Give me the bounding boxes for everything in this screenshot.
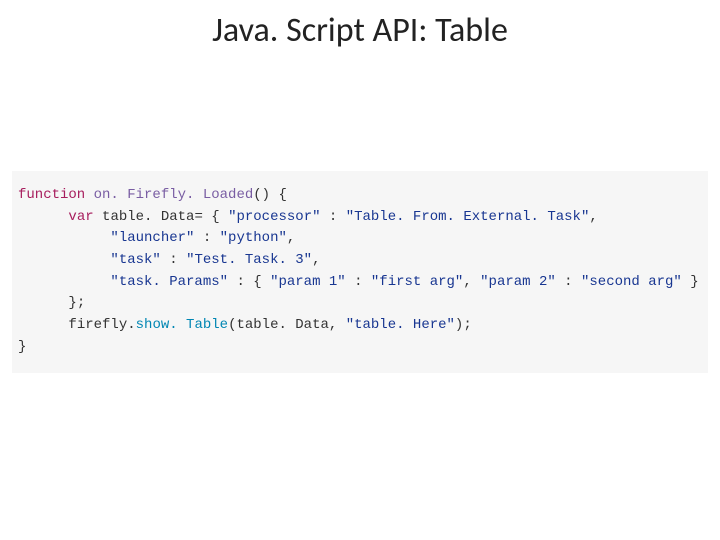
punct: :: [194, 230, 219, 246]
key-param1: "param 1": [270, 274, 346, 290]
arg-tabledata: table. Data: [236, 317, 328, 333]
punct: ,: [287, 230, 295, 246]
key-task: "task": [110, 252, 160, 268]
punct: = {: [194, 209, 228, 225]
keyword-var: var: [68, 209, 93, 225]
val-launcher: "python": [220, 230, 287, 246]
val-task: "Test. Task. 3": [186, 252, 312, 268]
punct: : {: [228, 274, 270, 290]
punct: :: [556, 274, 581, 290]
val-param2: "second arg": [581, 274, 682, 290]
punct: .: [127, 317, 135, 333]
punct: }: [18, 339, 26, 355]
punct: ,: [312, 252, 320, 268]
punct: );: [455, 317, 472, 333]
slide: Java. Script API: Table function on. Fir…: [0, 0, 720, 540]
key-param2: "param 2": [480, 274, 556, 290]
punct: ,: [463, 274, 480, 290]
key-taskparams: "task. Params": [110, 274, 228, 290]
punct: :: [346, 274, 371, 290]
punct: () {: [253, 187, 287, 203]
key-launcher: "launcher": [110, 230, 194, 246]
val-param1: "first arg": [371, 274, 463, 290]
punct: :: [321, 209, 346, 225]
punct: ,: [329, 317, 346, 333]
punct: :: [161, 252, 186, 268]
punct: ,: [589, 209, 597, 225]
slide-title: Java. Script API: Table: [0, 0, 720, 51]
arg-tablehere: "table. Here": [346, 317, 455, 333]
keyword-function: function: [18, 187, 85, 203]
val-processor: "Table. From. External. Task": [346, 209, 590, 225]
punct: }: [682, 274, 699, 290]
method-showtable: show. Table: [136, 317, 228, 333]
function-name: on. Firefly. Loaded: [94, 187, 254, 203]
key-processor: "processor": [228, 209, 320, 225]
obj-firefly: firefly: [68, 317, 127, 333]
code-block: function on. Firefly. Loaded() { var tab…: [12, 171, 708, 373]
punct: };: [68, 295, 85, 311]
var-tabledata: table. Data: [102, 209, 194, 225]
